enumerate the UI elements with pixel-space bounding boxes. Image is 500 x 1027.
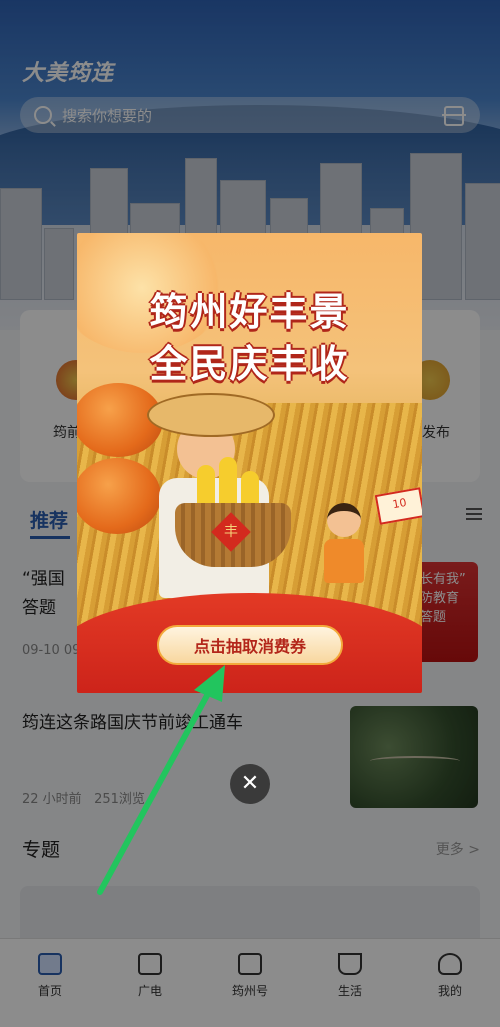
app-screen: 大美筠连 搜索你想要的 筠前 发布 推荐 “强国 答题 09-10 09 长有我… bbox=[0, 0, 500, 1027]
harvest-promo-popup[interactable]: 筠州好丰景 全民庆丰收 丰 10 点击抽取消费券 bbox=[77, 233, 422, 693]
harvest-badge: 丰 bbox=[211, 512, 251, 552]
promo-title-line2: 全民庆丰收 bbox=[149, 342, 350, 386]
promo-title-line1: 筠州好丰景 bbox=[149, 290, 350, 334]
child-illustration bbox=[319, 503, 369, 603]
draw-coupon-button[interactable]: 点击抽取消费券 bbox=[157, 625, 343, 665]
close-popup-button[interactable]: ✕ bbox=[230, 764, 270, 804]
farmer-illustration: 丰 bbox=[147, 393, 291, 623]
